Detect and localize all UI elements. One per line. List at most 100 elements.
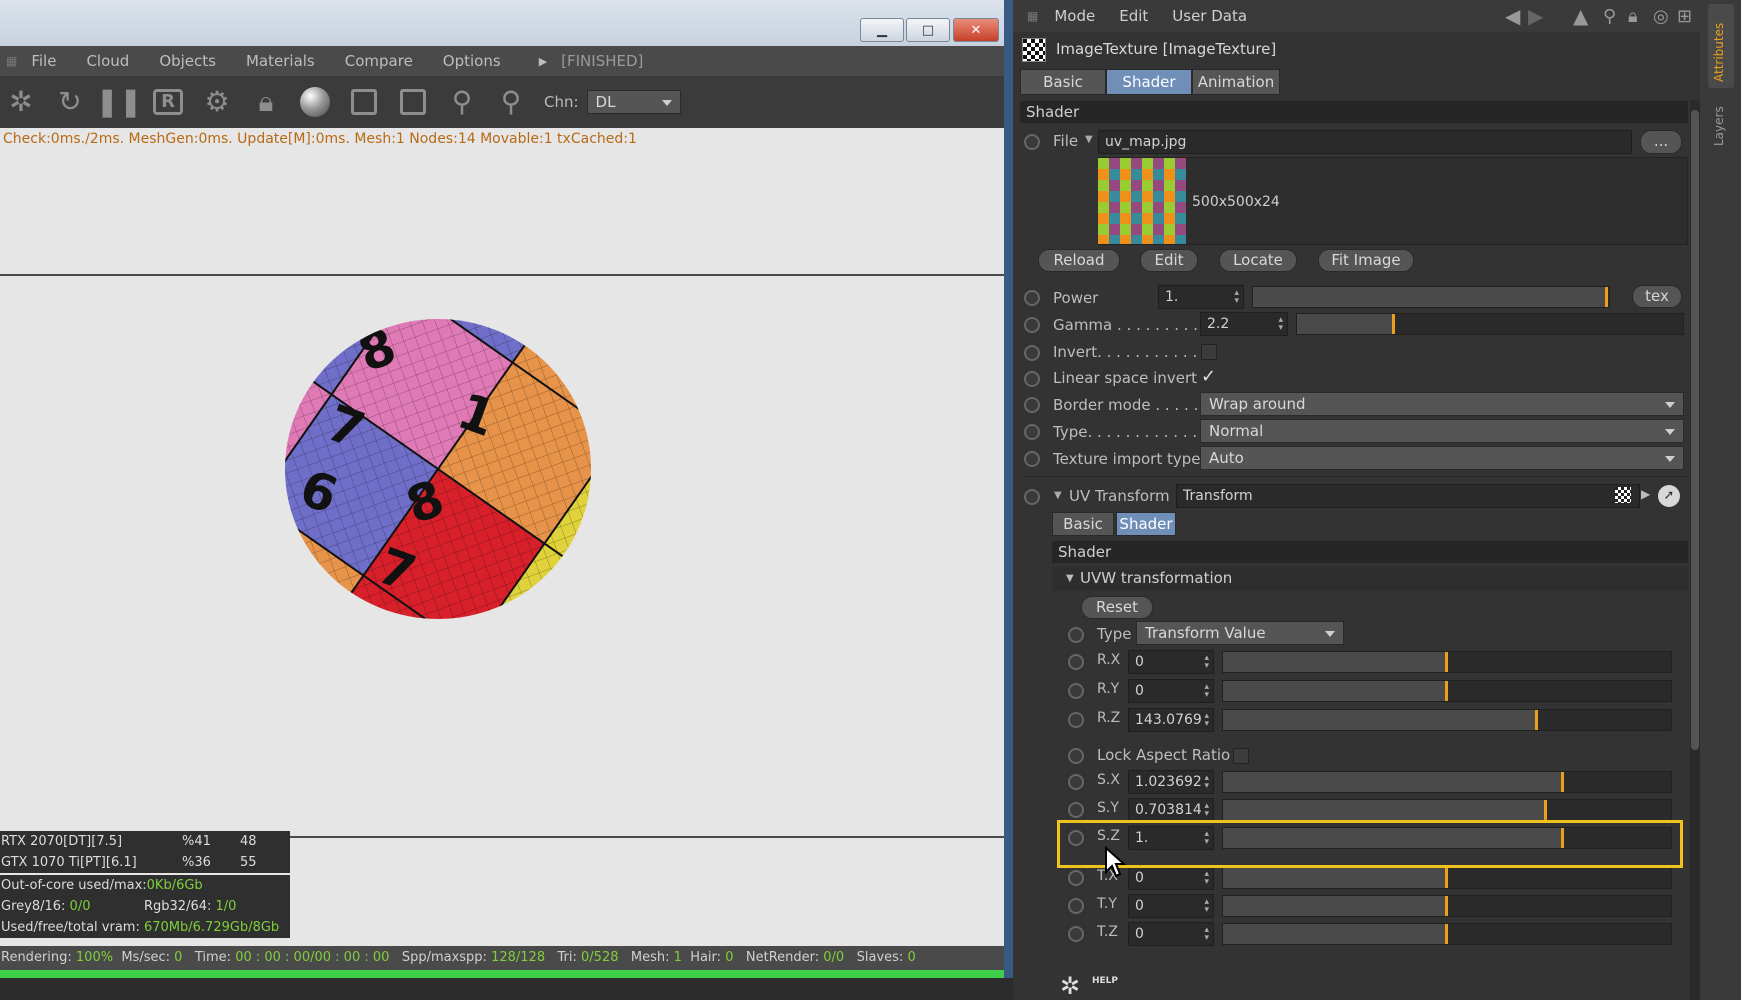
chevron-down-icon[interactable]: ▼ — [1085, 134, 1093, 145]
gamma-slider[interactable] — [1296, 313, 1684, 335]
tab-layers[interactable]: Layers — [1708, 96, 1734, 150]
tex-button[interactable]: tex — [1632, 285, 1682, 308]
reset-button[interactable]: Reset — [1081, 596, 1153, 619]
tab-animation[interactable]: Animation — [1192, 69, 1280, 95]
menu-mode[interactable]: Mode — [1054, 7, 1095, 25]
menu-file[interactable]: File — [31, 52, 56, 70]
animation-keyframe-toggle[interactable] — [1068, 802, 1084, 818]
slider-knob[interactable] — [1561, 772, 1565, 792]
power-field[interactable]: 1. ▴ ▾ — [1158, 285, 1244, 309]
menu-options[interactable]: Options — [443, 52, 501, 70]
animation-keyframe-toggle[interactable] — [1068, 926, 1084, 942]
scrollbar-track[interactable] — [1690, 100, 1700, 1000]
slider-knob[interactable] — [1445, 681, 1448, 701]
spinner-arrows-icon[interactable]: ▴ ▾ — [1204, 712, 1209, 729]
subtab-basic[interactable]: Basic — [1052, 512, 1114, 536]
transform-node-icon[interactable] — [1615, 487, 1631, 503]
param-slider[interactable] — [1222, 651, 1672, 673]
pause-render-icon[interactable]: ❚❚ — [96, 83, 143, 121]
spinner-arrows-icon[interactable]: ▴ ▾ — [1204, 802, 1209, 819]
power-slider[interactable] — [1252, 286, 1610, 308]
fit-image-button[interactable]: Fit Image — [1318, 249, 1414, 272]
animation-keyframe-toggle[interactable] — [1068, 774, 1084, 790]
material-picker-icon[interactable]: ⚲ — [492, 83, 530, 121]
animation-keyframe-toggle[interactable] — [1024, 371, 1040, 387]
param-slider[interactable] — [1222, 867, 1672, 889]
param-slider[interactable] — [1222, 895, 1672, 917]
param-slider[interactable] — [1222, 709, 1672, 731]
animation-keyframe-toggle[interactable] — [1024, 397, 1040, 413]
animation-keyframe-toggle[interactable] — [1068, 870, 1084, 886]
search-icon[interactable]: ⚲ — [1603, 6, 1616, 27]
region-render-icon[interactable]: R — [149, 83, 187, 121]
spinner-arrows-icon[interactable]: ▴ ▾ — [1204, 926, 1209, 943]
tab-basic[interactable]: Basic — [1020, 69, 1106, 95]
collapse-arrow-icon[interactable]: ▼ — [1054, 490, 1062, 501]
new-panel-icon[interactable]: ⊞ — [1677, 6, 1692, 27]
sub-sampling-icon[interactable] — [394, 83, 432, 121]
slider-knob[interactable] — [1445, 896, 1448, 916]
animation-keyframe-toggle[interactable] — [1024, 317, 1040, 333]
edit-button[interactable]: Edit — [1140, 249, 1198, 272]
menu-compare[interactable]: Compare — [345, 52, 413, 70]
spinner-arrows-icon[interactable]: ▴ ▾ — [1204, 654, 1209, 671]
cursor-arrow-icon[interactable]: ▲ — [1573, 4, 1588, 28]
param-value-field[interactable]: 0 ▴ ▾ — [1128, 866, 1214, 890]
close-button[interactable]: ✕ — [953, 18, 999, 42]
param-value-field[interactable]: 0 ▴ ▾ — [1128, 894, 1214, 918]
slider-knob[interactable] — [1534, 710, 1538, 730]
param-slider[interactable] — [1222, 680, 1672, 702]
param-value-field[interactable]: 0.703814 ▴ ▾ — [1128, 798, 1214, 822]
param-slider[interactable] — [1222, 799, 1672, 821]
animation-keyframe-toggle[interactable] — [1068, 627, 1084, 643]
param-value-field[interactable]: 0 ▴ ▾ — [1128, 679, 1214, 703]
settings-gear-icon[interactable]: ⚙ — [198, 83, 236, 121]
channel-dropdown[interactable]: DL — [586, 90, 681, 114]
texture-import-dropdown[interactable]: Auto — [1200, 446, 1684, 470]
animation-keyframe-toggle[interactable] — [1024, 489, 1040, 505]
param-value-field[interactable]: 143.0769 ▴ ▾ — [1128, 708, 1214, 732]
subtab-shader[interactable]: Shader — [1116, 512, 1176, 536]
spinner-arrows-icon[interactable]: ▴ ▾ — [1204, 870, 1209, 887]
file-path-field[interactable]: uv_map.jpg — [1098, 130, 1632, 154]
animation-keyframe-toggle[interactable] — [1024, 290, 1040, 306]
spinner-arrows-icon[interactable]: ▴ ▾ — [1204, 683, 1209, 700]
reload-button[interactable]: Reload — [1038, 249, 1120, 272]
animation-keyframe-toggle[interactable] — [1068, 654, 1084, 670]
target-icon[interactable]: ◎ — [1653, 6, 1669, 27]
animation-keyframe-toggle[interactable] — [1068, 712, 1084, 728]
clay-mode-icon[interactable] — [345, 83, 383, 121]
gamma-field[interactable]: 2.2 ▴ ▾ — [1200, 312, 1288, 336]
more-arrow-icon[interactable]: ▶ — [539, 55, 547, 68]
border-mode-dropdown[interactable]: Wrap around — [1200, 392, 1684, 416]
minimize-button[interactable]: ▁ — [860, 18, 904, 42]
animation-keyframe-toggle[interactable] — [1068, 683, 1084, 699]
menu-user-data[interactable]: User Data — [1172, 7, 1247, 25]
collapse-arrow-icon[interactable]: ▼ — [1066, 573, 1074, 584]
param-value-field[interactable]: 1.023692 ▴ ▾ — [1128, 770, 1214, 794]
forward-arrow-icon[interactable]: ▶ — [1528, 4, 1543, 28]
animation-keyframe-toggle[interactable] — [1024, 345, 1040, 361]
menu-materials[interactable]: Materials — [246, 52, 315, 70]
animation-keyframe-toggle[interactable] — [1068, 748, 1084, 764]
uvw-type-dropdown[interactable]: Transform Value — [1136, 621, 1344, 645]
focus-picker-icon[interactable]: ⚲ — [443, 83, 481, 121]
animation-keyframe-toggle[interactable] — [1024, 134, 1040, 150]
send-scene-icon[interactable]: ✲ — [2, 83, 40, 121]
invert-checkbox[interactable] — [1201, 344, 1217, 360]
slider-knob[interactable] — [1543, 800, 1547, 820]
expand-arrow-icon[interactable]: ▶ — [1641, 487, 1650, 501]
lock-icon[interactable]: 🔒︎ — [247, 83, 285, 121]
animation-keyframe-toggle[interactable] — [1068, 898, 1084, 914]
tab-attributes[interactable]: Attributes — [1708, 4, 1734, 88]
menu-objects[interactable]: Objects — [159, 52, 216, 70]
spinner-arrows-icon[interactable]: ▴ ▾ — [1204, 774, 1209, 791]
type-dropdown[interactable]: Normal — [1200, 419, 1684, 443]
animation-keyframe-toggle[interactable] — [1024, 451, 1040, 467]
restart-render-icon[interactable]: ↻ — [51, 83, 89, 121]
locate-button[interactable]: Locate — [1219, 249, 1297, 272]
param-slider[interactable] — [1222, 771, 1672, 793]
spinner-arrows-icon[interactable]: ▴ ▾ — [1204, 898, 1209, 915]
animation-keyframe-toggle[interactable] — [1024, 424, 1040, 440]
back-arrow-icon[interactable]: ◀ — [1505, 4, 1520, 28]
